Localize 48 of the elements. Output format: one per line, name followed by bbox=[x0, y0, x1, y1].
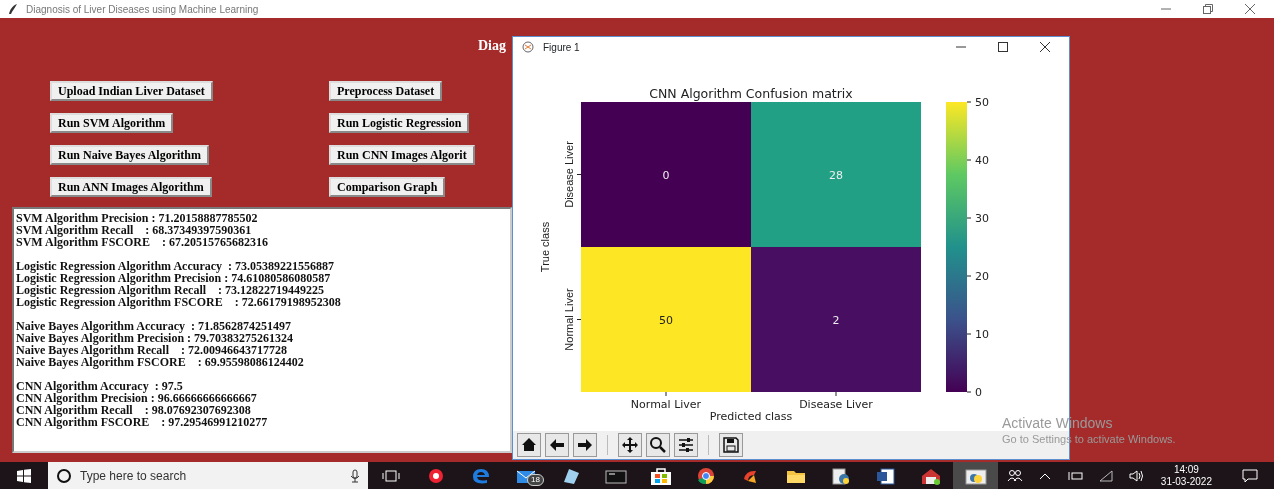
search-field[interactable]: Type here to search bbox=[48, 462, 368, 489]
action-button[interactable]: Run CNN Images Algorit bbox=[329, 145, 475, 165]
action-button[interactable]: Upload Indian Liver Dataset bbox=[50, 81, 213, 101]
app-heading: Diag bbox=[478, 38, 506, 54]
result-line: CNN Algorithm FSCORE : 97.29546991210277 bbox=[16, 416, 269, 428]
action-button[interactable]: Comparison Graph bbox=[329, 177, 446, 197]
x-axis-label: Predicted class bbox=[709, 410, 793, 423]
colorbar-tick: 0 bbox=[966, 386, 982, 399]
y-tick: Normal Liver bbox=[563, 288, 582, 351]
window-title: Figure 1 bbox=[543, 40, 580, 55]
colorbar-tick: 50 bbox=[966, 96, 989, 109]
colorbar-tick: 10 bbox=[966, 328, 989, 341]
result-line: SVM Algorithm FSCORE : 67.20515765682316 bbox=[16, 236, 269, 248]
x-tick: Normal Liver bbox=[630, 391, 702, 411]
action-button[interactable]: Run Logistic Regression bbox=[329, 113, 470, 133]
result-line: CNN Algorithm Accuracy : 97.5 bbox=[16, 380, 184, 392]
y-axis-label: True class bbox=[539, 221, 551, 273]
result-line: Logistic Regression Algorithm Recall : 73.12822719449225 bbox=[16, 284, 326, 296]
cell-value: 2 bbox=[832, 313, 840, 327]
notification-count: 18 bbox=[527, 474, 544, 486]
result-line: Logistic Regression Algorithm FSCORE : 72.66179198952308 bbox=[16, 296, 342, 308]
y-tick: Disease Liver bbox=[563, 141, 582, 208]
result-line: Naive Bayes Algorithm Precision : 79.70383275261324 bbox=[16, 332, 295, 344]
result-line: Logistic Regression Algorithm Precision : 74.61080586080587 bbox=[16, 272, 332, 284]
x-tick: Disease Liver bbox=[799, 391, 873, 411]
cell-value: 0 bbox=[662, 168, 670, 182]
result-line: SVM Algorithm Recall : 68.37349397590361 bbox=[16, 224, 253, 236]
colorbar-tick: 20 bbox=[966, 270, 989, 283]
chart-title: CNN Algorithm Confusion matrix bbox=[649, 86, 853, 101]
colorbar-tick: 30 bbox=[966, 212, 989, 225]
cell-value: 28 bbox=[829, 168, 843, 182]
action-button[interactable]: Run Naive Bayes Algorithm bbox=[50, 145, 209, 165]
result-line: Naive Bayes Algorithm Accuracy : 71.8562874251497 bbox=[16, 320, 292, 332]
window-title: Diagnosis of Liver Diseases using Machine Learning bbox=[26, 2, 259, 17]
result-line: SVM Algorithm Precision : 71.20158887785502 bbox=[16, 212, 259, 224]
clock-date[interactable]: 31-03-2022 bbox=[1160, 475, 1212, 488]
cell-value: 50 bbox=[659, 313, 673, 327]
colorbar-tick: 40 bbox=[966, 154, 989, 167]
taskbar-app-button[interactable]: 18 bbox=[503, 462, 548, 489]
result-line: Naive Bayes Algorithm FSCORE : 69.95598086124402 bbox=[16, 356, 305, 368]
result-line: CNN Algorithm Recall : 98.07692307692308 bbox=[16, 404, 252, 416]
result-line: CNN Algorithm Precision : 96.66666666666667 bbox=[16, 392, 258, 404]
action-button[interactable]: Run ANN Images Algorithm bbox=[50, 177, 212, 197]
result-line: Naive Bayes Algorithm Recall : 72.00946643717728 bbox=[16, 344, 288, 356]
clock-time[interactable]: 14:09 bbox=[1160, 463, 1212, 476]
action-button[interactable]: Run SVM Algorithm bbox=[50, 113, 174, 133]
result-line: Logistic Regression Algorithm Accuracy : 73.05389221556887 bbox=[16, 260, 336, 272]
action-button[interactable]: Preprocess Dataset bbox=[329, 81, 443, 101]
